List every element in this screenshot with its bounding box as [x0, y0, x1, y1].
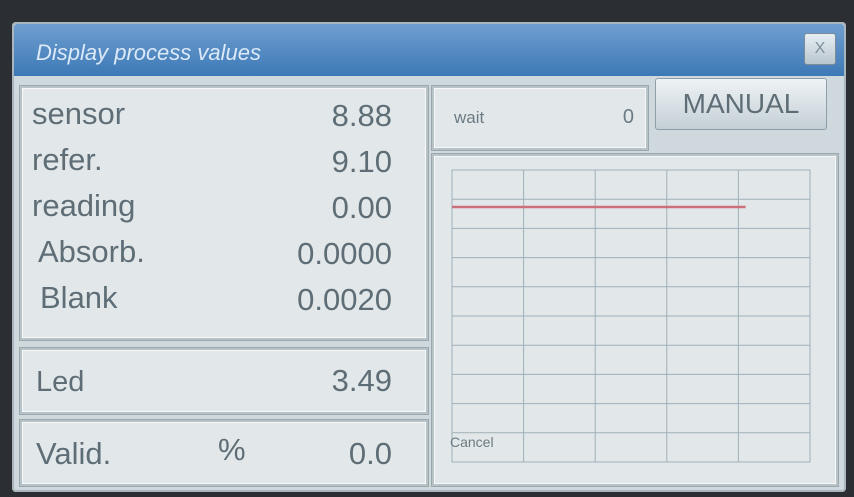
- refer-value: 9.10: [331, 144, 392, 179]
- process-values-dialog: Display process values X sensor 8.88 ref…: [12, 22, 846, 492]
- led-value: 3.49: [331, 363, 392, 398]
- reading-value: 0.00: [331, 190, 392, 225]
- cancel-button[interactable]: Cancel: [450, 434, 494, 450]
- blank-value: 0.0020: [297, 282, 392, 317]
- wait-box: wait 0: [432, 86, 648, 150]
- blank-label: Blank: [40, 280, 118, 315]
- dialog-title: Display process values: [36, 40, 261, 65]
- absorb-value: 0.0000: [297, 236, 392, 271]
- chart-grid: [451, 169, 811, 463]
- values-panel: sensor 8.88 refer. 9.10 reading 0.00 Abs…: [20, 86, 428, 340]
- absorb-label: Absorb.: [38, 234, 145, 269]
- sensor-label: sensor: [32, 96, 126, 131]
- reading-label: reading: [32, 188, 136, 223]
- chart-panel: Cancel: [432, 154, 838, 486]
- wait-value: 0: [622, 106, 634, 128]
- valid-label: Valid.: [36, 436, 112, 471]
- valid-unit: %: [218, 432, 246, 467]
- title-bar: Display process values X: [14, 24, 844, 76]
- sensor-value: 8.88: [331, 98, 392, 133]
- refer-label: refer.: [32, 142, 103, 177]
- wait-label: wait: [454, 108, 485, 127]
- valid-value: 0.0: [348, 436, 392, 471]
- valid-panel: Valid. % 0.0: [20, 420, 428, 486]
- led-panel: Led 3.49: [20, 348, 428, 414]
- close-button[interactable]: X: [804, 33, 836, 65]
- manual-button[interactable]: MANUAL: [655, 78, 827, 130]
- led-label: Led: [36, 366, 85, 398]
